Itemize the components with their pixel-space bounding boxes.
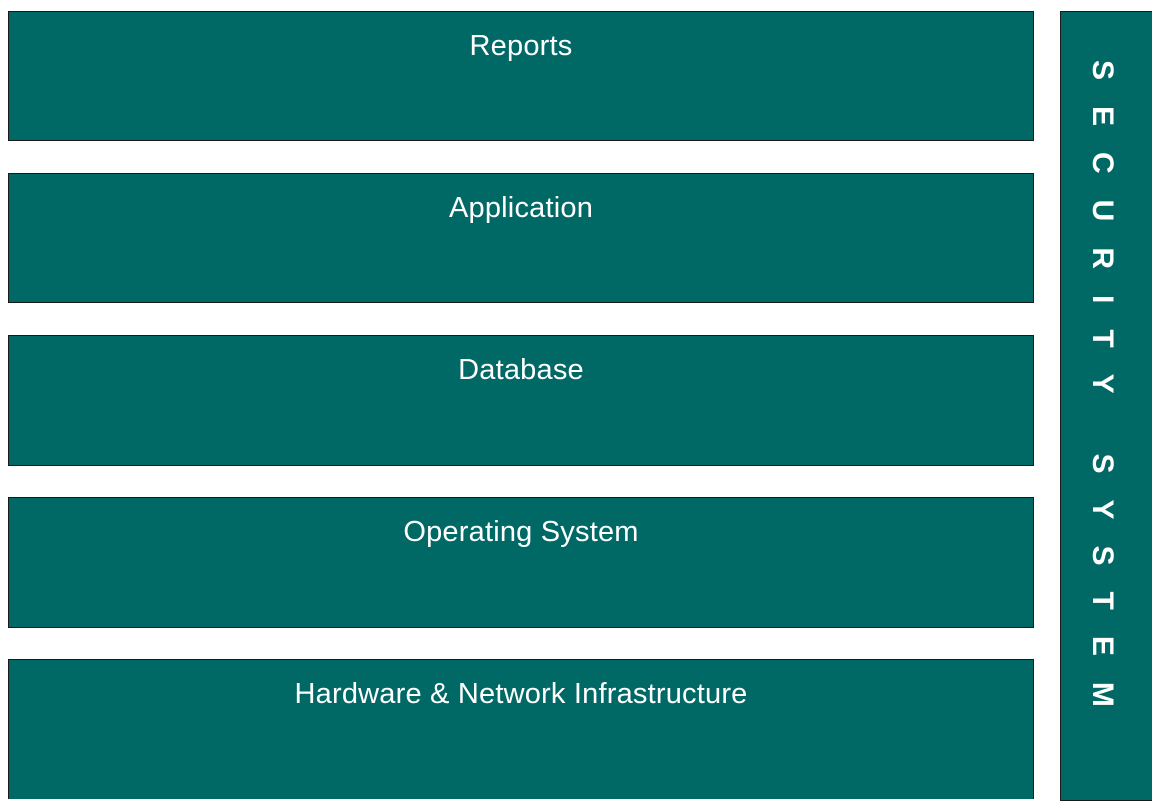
layer-box-reports: Reports xyxy=(8,11,1034,141)
layer-label-application: Application xyxy=(448,192,594,224)
layer-box-application: Application xyxy=(8,173,1034,303)
layer-box-database: Database xyxy=(8,335,1034,466)
layer-label-database: Database xyxy=(458,354,584,386)
layer-label-operating-system: Operating System xyxy=(403,516,639,548)
layer-label-reports: Reports xyxy=(469,30,573,62)
layer-label-hardware-network: Hardware & Network Infrastructure xyxy=(294,678,748,710)
layer-box-hardware-network: Hardware & Network Infrastructure xyxy=(8,659,1034,799)
layer-box-operating-system: Operating System xyxy=(8,497,1034,628)
security-system-label: SECURITY SYSTEM xyxy=(1086,59,1119,733)
security-system-panel: SECURITY SYSTEM xyxy=(1060,11,1152,801)
